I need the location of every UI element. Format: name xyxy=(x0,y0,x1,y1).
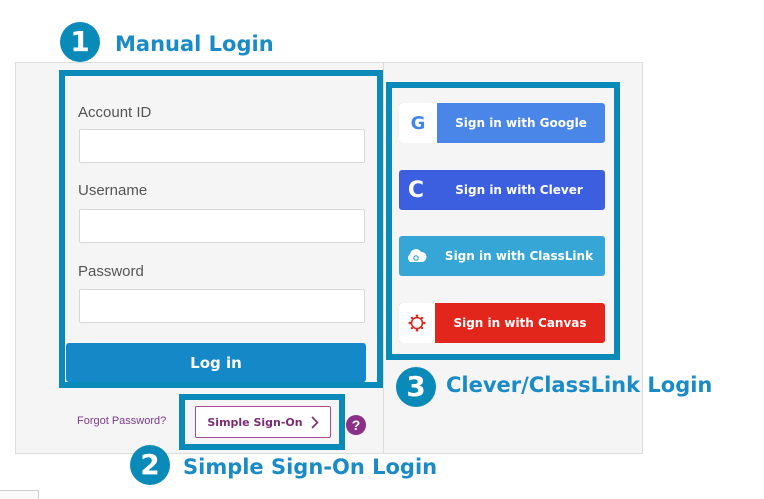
callout-badge-2: 2 xyxy=(130,445,170,485)
callout-title-clever-classlink: Clever/ClassLink Login xyxy=(446,373,713,397)
manual-login-highlight xyxy=(59,70,383,388)
callout-badge-1: 1 xyxy=(60,22,100,62)
forgot-password-link[interactable]: Forgot Password? xyxy=(77,415,166,427)
help-icon[interactable]: ? xyxy=(346,415,366,435)
clever-classlink-highlight xyxy=(386,82,620,360)
callout-badge-3: 3 xyxy=(396,367,436,407)
callout-title-simple-sign-on: Simple Sign-On Login xyxy=(183,455,438,479)
callout-title-manual-login: Manual Login xyxy=(115,32,274,56)
simple-sign-on-highlight xyxy=(179,394,345,450)
card-divider xyxy=(383,63,384,453)
